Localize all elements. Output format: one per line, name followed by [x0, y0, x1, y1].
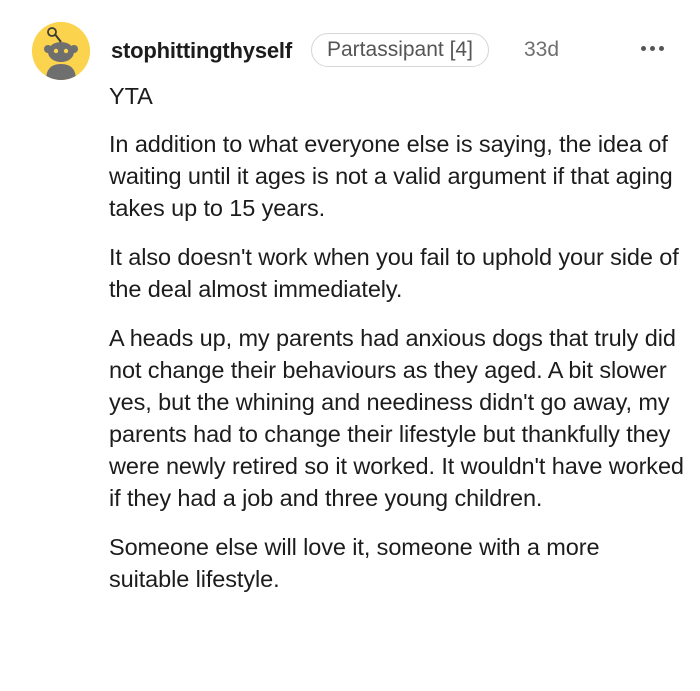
comment-paragraph: Someone else will love it, someone with …: [109, 534, 600, 592]
comment-paragraph: In addition to what everyone else is say…: [109, 131, 673, 221]
more-options-icon-dot: [659, 46, 664, 51]
more-options-icon-dot: [650, 46, 655, 51]
more-options-icon: [641, 46, 646, 51]
comment-body: YTA In addition to what everyone else is…: [109, 80, 684, 612]
reddit-snoo-avatar-icon: [32, 22, 90, 80]
more-options-button[interactable]: [636, 40, 670, 60]
comment-verdict: YTA: [109, 83, 153, 109]
comment-paragraph: A heads up, my parents had anxious dogs …: [109, 325, 684, 511]
comment-paragraph: It also doesn't work when you fail to up…: [109, 244, 679, 302]
comment: stophittingthyself Partassipant [4] 33d …: [0, 0, 700, 691]
comment-age: 33d: [524, 38, 560, 61]
comment-author[interactable]: stophittingthyself: [111, 38, 292, 64]
user-avatar[interactable]: [32, 22, 90, 80]
user-flair-badge[interactable]: Partassipant [4]: [311, 33, 489, 67]
